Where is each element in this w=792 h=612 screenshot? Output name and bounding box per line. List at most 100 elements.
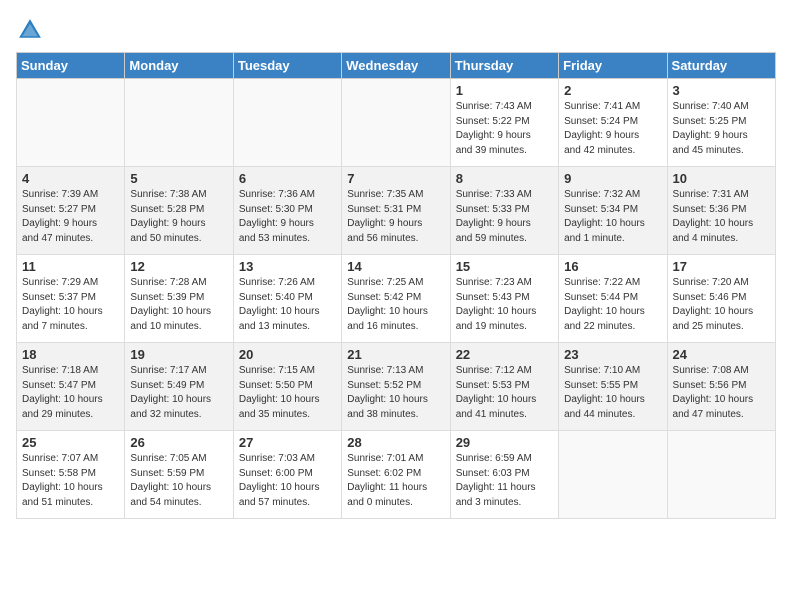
calendar-cell: 22 Sunrise: 7:12 AM Sunset: 5:53 PM Dayli… [450, 343, 558, 431]
day-detail: Sunrise: 7:17 AM Sunset: 5:49 PM Dayligh… [130, 364, 227, 422]
calendar-cell: 24 Sunrise: 7:08 AM Sunset: 5:56 PM Dayli… [667, 343, 775, 431]
day-header-monday: Monday [125, 53, 233, 79]
calendar-cell: 21 Sunrise: 7:13 AM Sunset: 5:52 PM Dayli… [342, 343, 450, 431]
day-number: 23 [564, 347, 661, 362]
day-detail: Sunrise: 7:39 AM Sunset: 5:27 PM Dayligh… [22, 188, 119, 246]
calendar-cell: 19 Sunrise: 7:17 AM Sunset: 5:49 PM Dayli… [125, 343, 233, 431]
day-detail: Sunrise: 7:01 AM Sunset: 6:02 PM Dayligh… [347, 452, 444, 510]
calendar-cell [559, 431, 667, 519]
day-number: 1 [456, 83, 553, 98]
calendar-cell: 10 Sunrise: 7:31 AM Sunset: 5:36 PM Dayli… [667, 167, 775, 255]
day-detail: Sunrise: 7:38 AM Sunset: 5:28 PM Dayligh… [130, 188, 227, 246]
day-number: 14 [347, 259, 444, 274]
calendar-cell: 29 Sunrise: 6:59 AM Sunset: 6:03 PM Dayli… [450, 431, 558, 519]
calendar-cell [17, 79, 125, 167]
calendar-cell: 25 Sunrise: 7:07 AM Sunset: 5:58 PM Dayli… [17, 431, 125, 519]
calendar-cell: 15 Sunrise: 7:23 AM Sunset: 5:43 PM Dayli… [450, 255, 558, 343]
day-detail: Sunrise: 7:36 AM Sunset: 5:30 PM Dayligh… [239, 188, 336, 246]
day-number: 11 [22, 259, 119, 274]
calendar-cell: 28 Sunrise: 7:01 AM Sunset: 6:02 PM Dayli… [342, 431, 450, 519]
day-detail: Sunrise: 7:08 AM Sunset: 5:56 PM Dayligh… [673, 364, 770, 422]
calendar-cell: 14 Sunrise: 7:25 AM Sunset: 5:42 PM Dayli… [342, 255, 450, 343]
day-header-saturday: Saturday [667, 53, 775, 79]
calendar-cell [125, 79, 233, 167]
day-number: 22 [456, 347, 553, 362]
day-detail: Sunrise: 7:41 AM Sunset: 5:24 PM Dayligh… [564, 100, 661, 158]
calendar-cell [233, 79, 341, 167]
calendar-cell: 9 Sunrise: 7:32 AM Sunset: 5:34 PM Daylig… [559, 167, 667, 255]
day-number: 28 [347, 435, 444, 450]
day-number: 12 [130, 259, 227, 274]
day-header-thursday: Thursday [450, 53, 558, 79]
day-detail: Sunrise: 7:07 AM Sunset: 5:58 PM Dayligh… [22, 452, 119, 510]
day-detail: Sunrise: 7:31 AM Sunset: 5:36 PM Dayligh… [673, 188, 770, 246]
calendar-cell: 13 Sunrise: 7:26 AM Sunset: 5:40 PM Dayli… [233, 255, 341, 343]
logo-icon [16, 16, 44, 44]
day-detail: Sunrise: 7:40 AM Sunset: 5:25 PM Dayligh… [673, 100, 770, 158]
days-header-row: SundayMondayTuesdayWednesdayThursdayFrid… [17, 53, 776, 79]
day-number: 26 [130, 435, 227, 450]
calendar-week-row: 25 Sunrise: 7:07 AM Sunset: 5:58 PM Dayli… [17, 431, 776, 519]
calendar-cell: 8Sunrise: 7:33 AM Sunset: 5:33 PM Daylig… [450, 167, 558, 255]
calendar-cell: 27 Sunrise: 7:03 AM Sunset: 6:00 PM Dayli… [233, 431, 341, 519]
day-number: 13 [239, 259, 336, 274]
day-detail: Sunrise: 7:03 AM Sunset: 6:00 PM Dayligh… [239, 452, 336, 510]
calendar-cell: 23 Sunrise: 7:10 AM Sunset: 5:55 PM Dayli… [559, 343, 667, 431]
calendar-cell: 1 Sunrise: 7:43 AM Sunset: 5:22 PM Daylig… [450, 79, 558, 167]
day-number: 27 [239, 435, 336, 450]
day-number: 4 [22, 171, 119, 186]
day-number: 29 [456, 435, 553, 450]
calendar-cell: 26 Sunrise: 7:05 AM Sunset: 5:59 PM Dayli… [125, 431, 233, 519]
day-header-friday: Friday [559, 53, 667, 79]
day-detail: Sunrise: 7:32 AM Sunset: 5:34 PM Dayligh… [564, 188, 661, 246]
day-detail: Sunrise: 7:22 AM Sunset: 5:44 PM Dayligh… [564, 276, 661, 334]
day-header-sunday: Sunday [17, 53, 125, 79]
day-number: 25 [22, 435, 119, 450]
day-detail: Sunrise: 7:26 AM Sunset: 5:40 PM Dayligh… [239, 276, 336, 334]
day-detail: Sunrise: 6:59 AM Sunset: 6:03 PM Dayligh… [456, 452, 553, 510]
day-detail: Sunrise: 7:28 AM Sunset: 5:39 PM Dayligh… [130, 276, 227, 334]
day-number: 17 [673, 259, 770, 274]
logo [16, 16, 48, 44]
calendar-week-row: 18Sunrise: 7:18 AM Sunset: 5:47 PM Dayli… [17, 343, 776, 431]
day-number: 18 [22, 347, 119, 362]
day-number: 3 [673, 83, 770, 98]
calendar-cell: 20Sunrise: 7:15 AM Sunset: 5:50 PM Dayli… [233, 343, 341, 431]
day-detail: Sunrise: 7:10 AM Sunset: 5:55 PM Dayligh… [564, 364, 661, 422]
day-number: 6 [239, 171, 336, 186]
calendar-cell [667, 431, 775, 519]
day-detail: Sunrise: 7:33 AM Sunset: 5:33 PM Dayligh… [456, 188, 553, 246]
day-number: 7 [347, 171, 444, 186]
day-number: 15 [456, 259, 553, 274]
calendar-cell: 12 Sunrise: 7:28 AM Sunset: 5:39 PM Dayli… [125, 255, 233, 343]
day-detail: Sunrise: 7:35 AM Sunset: 5:31 PM Dayligh… [347, 188, 444, 246]
calendar-cell: 17 Sunrise: 7:20 AM Sunset: 5:46 PM Dayli… [667, 255, 775, 343]
day-number: 21 [347, 347, 444, 362]
calendar-cell: 3 Sunrise: 7:40 AM Sunset: 5:25 PM Daylig… [667, 79, 775, 167]
day-header-tuesday: Tuesday [233, 53, 341, 79]
day-detail: Sunrise: 7:13 AM Sunset: 5:52 PM Dayligh… [347, 364, 444, 422]
day-number: 2 [564, 83, 661, 98]
day-number: 9 [564, 171, 661, 186]
day-detail: Sunrise: 7:43 AM Sunset: 5:22 PM Dayligh… [456, 100, 553, 158]
day-detail: Sunrise: 7:29 AM Sunset: 5:37 PM Dayligh… [22, 276, 119, 334]
day-detail: Sunrise: 7:23 AM Sunset: 5:43 PM Dayligh… [456, 276, 553, 334]
calendar-week-row: 4 Sunrise: 7:39 AM Sunset: 5:27 PM Daylig… [17, 167, 776, 255]
day-number: 24 [673, 347, 770, 362]
calendar-cell [342, 79, 450, 167]
day-number: 10 [673, 171, 770, 186]
day-detail: Sunrise: 7:12 AM Sunset: 5:53 PM Dayligh… [456, 364, 553, 422]
day-number: 16 [564, 259, 661, 274]
calendar-cell: 2 Sunrise: 7:41 AM Sunset: 5:24 PM Daylig… [559, 79, 667, 167]
day-detail: Sunrise: 7:20 AM Sunset: 5:46 PM Dayligh… [673, 276, 770, 334]
day-number: 5 [130, 171, 227, 186]
calendar-cell: 16 Sunrise: 7:22 AM Sunset: 5:44 PM Dayli… [559, 255, 667, 343]
day-detail: Sunrise: 7:05 AM Sunset: 5:59 PM Dayligh… [130, 452, 227, 510]
calendar-cell: 7 Sunrise: 7:35 AM Sunset: 5:31 PM Daylig… [342, 167, 450, 255]
calendar-cell: 11 Sunrise: 7:29 AM Sunset: 5:37 PM Dayli… [17, 255, 125, 343]
calendar-table: SundayMondayTuesdayWednesdayThursdayFrid… [16, 52, 776, 519]
day-number: 19 [130, 347, 227, 362]
day-detail: Sunrise: 7:25 AM Sunset: 5:42 PM Dayligh… [347, 276, 444, 334]
calendar-week-row: 1 Sunrise: 7:43 AM Sunset: 5:22 PM Daylig… [17, 79, 776, 167]
calendar-cell: 4 Sunrise: 7:39 AM Sunset: 5:27 PM Daylig… [17, 167, 125, 255]
